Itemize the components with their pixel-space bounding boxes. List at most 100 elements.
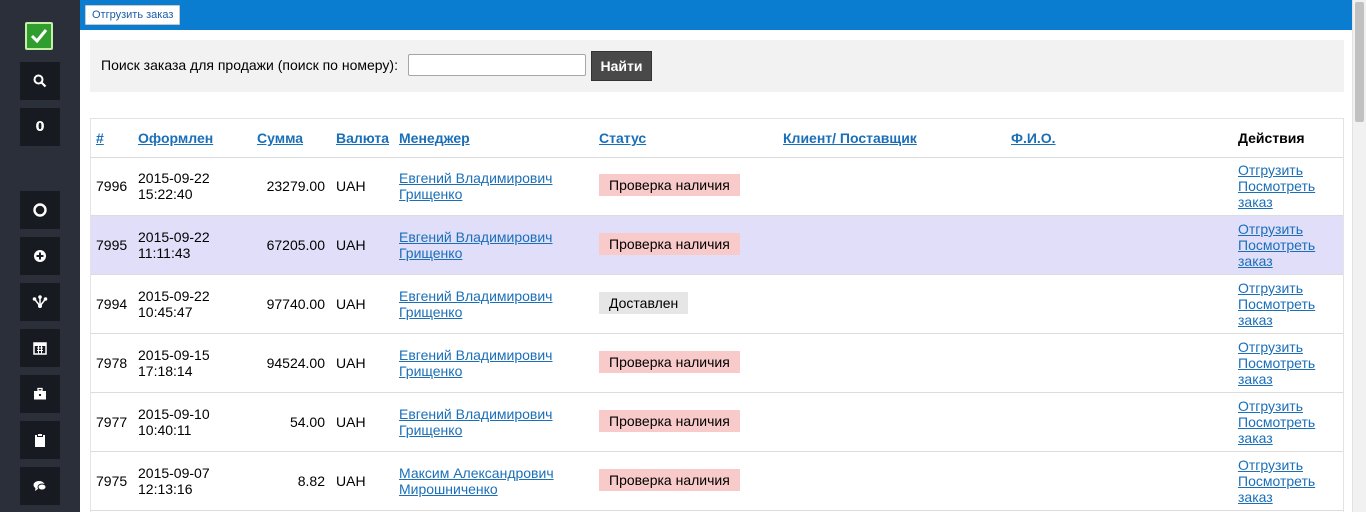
- manager-name: Евгений Владимирович: [399, 170, 553, 186]
- header-sum[interactable]: Сумма: [257, 130, 303, 146]
- order-date: 2015-09-22 10:45:47: [138, 288, 210, 320]
- view-order-link[interactable]: Посмотреть заказ: [1238, 296, 1315, 328]
- manager-surname: Грищенко: [399, 186, 463, 202]
- order-date: 2015-09-10 10:40:11: [138, 406, 210, 438]
- manager-link[interactable]: Евгений Владимирович Грищенко: [399, 170, 552, 202]
- order-date-day: 2015-09-15: [138, 347, 210, 363]
- order-sum: 8.82: [297, 473, 325, 489]
- header-client[interactable]: Клиент/ Поставщик: [783, 130, 917, 146]
- manager-link[interactable]: Евгений Владимирович Грищенко: [399, 347, 552, 379]
- scrollbar-thumb[interactable]: [1355, 2, 1364, 122]
- sidebar-help-button[interactable]: [20, 191, 60, 229]
- manager-name: Евгений Владимирович: [399, 347, 553, 363]
- ship-order-button[interactable]: Отгрузить заказ: [85, 5, 181, 25]
- top-bar: Отгрузить заказ: [80, 0, 1352, 30]
- search-icon: [33, 74, 47, 88]
- header-status[interactable]: Статус: [599, 130, 646, 146]
- ship-link[interactable]: Отгрузить: [1238, 339, 1315, 355]
- manager-surname: Грищенко: [399, 422, 463, 438]
- header-fio[interactable]: Ф.И.О.: [1011, 130, 1056, 146]
- order-date-time: 10:45:47: [138, 304, 193, 320]
- table-row: 7977 2015-09-10 10:40:11 54.00 UAH Евгени…: [91, 393, 1343, 452]
- order-id: 7978: [96, 355, 128, 371]
- row-actions: Отгрузить Посмотреть заказ: [1238, 280, 1315, 328]
- order-search-input[interactable]: [408, 54, 586, 76]
- order-id: 7996: [96, 178, 128, 194]
- header-currency[interactable]: Валюта: [336, 130, 389, 146]
- manager-link[interactable]: Евгений Владимирович Грищенко: [399, 288, 552, 320]
- order-currency: UAH: [336, 473, 366, 489]
- sidebar-chat-button[interactable]: [20, 467, 60, 505]
- page-scrollbar[interactable]: [1352, 0, 1366, 512]
- view-order-label-2: заказ: [1238, 312, 1273, 328]
- table-row: 7996 2015-09-22 15:22:40 23279.00 UAH Евг…: [91, 157, 1343, 216]
- calendar-icon: [33, 342, 47, 355]
- manager-name: Евгений Владимирович: [399, 406, 553, 422]
- row-actions: Отгрузить Посмотреть заказ: [1238, 398, 1315, 446]
- status-badge: Проверка наличия: [599, 469, 740, 491]
- logo-check-icon[interactable]: [25, 22, 53, 50]
- sitemap-icon: [32, 295, 48, 308]
- sidebar-search-button[interactable]: [20, 62, 60, 100]
- sidebar-counter-button[interactable]: 0: [20, 108, 60, 146]
- clipboard-icon: [35, 433, 45, 447]
- find-button[interactable]: Найти: [591, 51, 652, 81]
- view-order-link[interactable]: Посмотреть заказ: [1238, 237, 1315, 269]
- search-label: Поиск заказа для продажи (поиск по номер…: [101, 57, 398, 73]
- header-manager[interactable]: Менеджер: [399, 130, 470, 146]
- view-order-label-2: заказ: [1238, 489, 1273, 505]
- order-date-day: 2015-09-22: [138, 288, 210, 304]
- order-sum: 97740.00: [266, 296, 325, 312]
- view-order-link[interactable]: Посмотреть заказ: [1238, 355, 1315, 387]
- plus-circle-icon: [34, 250, 46, 262]
- sidebar-add-button[interactable]: [20, 237, 60, 275]
- order-sum: 23279.00: [266, 178, 325, 194]
- order-date-time: 17:18:14: [138, 363, 193, 379]
- table-header: # Оформлен Сумма Валюта Менеджер Статус …: [91, 119, 1343, 158]
- row-actions: Отгрузить Посмотреть заказ: [1238, 162, 1315, 210]
- manager-link[interactable]: Евгений Владимирович Грищенко: [399, 406, 552, 438]
- manager-link[interactable]: Максим Александрович Мирошниченко: [399, 465, 554, 497]
- view-order-link[interactable]: Посмотреть заказ: [1238, 178, 1315, 210]
- view-order-link[interactable]: Посмотреть заказ: [1238, 414, 1315, 446]
- view-order-label-2: заказ: [1238, 194, 1273, 210]
- status-badge: Проверка наличия: [599, 410, 740, 432]
- sidebar-briefcase-button[interactable]: [20, 375, 60, 413]
- order-currency: UAH: [336, 178, 366, 194]
- ship-link[interactable]: Отгрузить: [1238, 398, 1315, 414]
- order-date-time: 10:40:11: [138, 422, 192, 438]
- row-actions: Отгрузить Посмотреть заказ: [1238, 339, 1315, 387]
- sidebar: 0: [0, 0, 80, 512]
- sidebar-calendar-button[interactable]: [20, 329, 60, 367]
- order-date-time: 15:22:40: [138, 186, 193, 202]
- view-order-label: Посмотреть: [1238, 355, 1316, 371]
- manager-surname: Грищенко: [399, 363, 463, 379]
- order-id: 7995: [96, 237, 128, 253]
- header-id[interactable]: #: [96, 130, 104, 146]
- ship-link[interactable]: Отгрузить: [1238, 280, 1315, 296]
- sidebar-structure-button[interactable]: [20, 283, 60, 321]
- manager-surname: Мирошниченко: [399, 481, 498, 497]
- view-order-label-2: заказ: [1238, 371, 1273, 387]
- order-date: 2015-09-15 17:18:14: [138, 347, 210, 379]
- order-date-day: 2015-09-22: [138, 170, 210, 186]
- sidebar-clipboard-button[interactable]: [20, 421, 60, 459]
- order-sum: 54.00: [289, 414, 325, 430]
- order-currency: UAH: [336, 237, 366, 253]
- orders-table: # Оформлен Сумма Валюта Менеджер Статус …: [90, 118, 1344, 512]
- order-date: 2015-09-22 11:11:43: [138, 229, 210, 261]
- manager-link[interactable]: Евгений Владимирович Грищенко: [399, 229, 552, 261]
- view-order-label: Посмотреть: [1238, 473, 1316, 489]
- table-row: 7978 2015-09-15 17:18:14 94524.00 UAH Евг…: [91, 334, 1343, 393]
- manager-name: Максим Александрович: [399, 465, 554, 481]
- ship-link[interactable]: Отгрузить: [1238, 162, 1315, 178]
- ship-link[interactable]: Отгрузить: [1238, 221, 1315, 237]
- order-date: 2015-09-07 12:13:16: [138, 465, 210, 497]
- header-date[interactable]: Оформлен: [138, 130, 213, 146]
- ship-link[interactable]: Отгрузить: [1238, 457, 1315, 473]
- view-order-link[interactable]: Посмотреть заказ: [1238, 473, 1315, 505]
- order-date: 2015-09-22 15:22:40: [138, 170, 210, 202]
- view-order-label-2: заказ: [1238, 253, 1273, 269]
- order-date-day: 2015-09-22: [138, 229, 210, 245]
- view-order-label-2: заказ: [1238, 430, 1273, 446]
